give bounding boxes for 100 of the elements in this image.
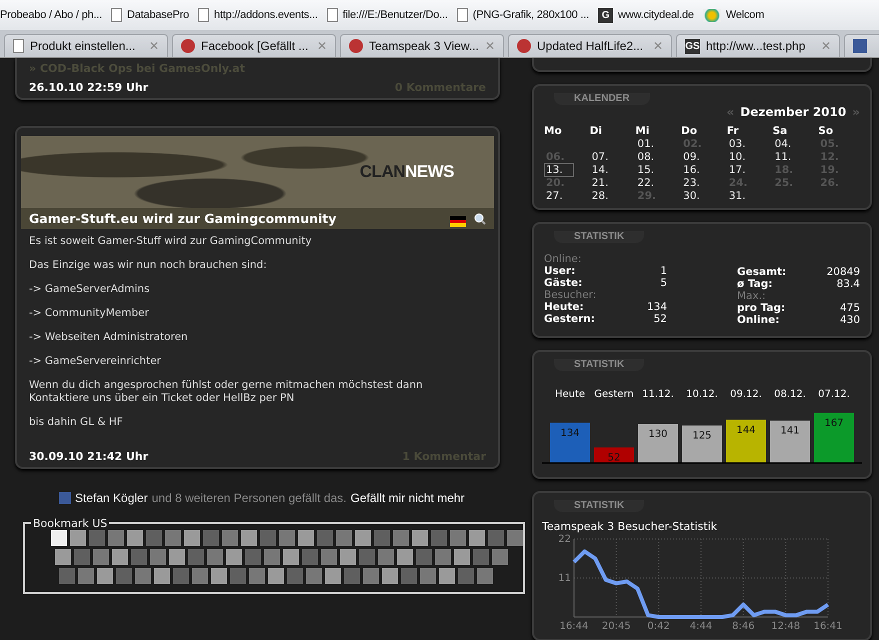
- bookmark-icon[interactable]: [268, 568, 284, 584]
- bookmark-icon[interactable]: [382, 568, 398, 584]
- calendar-day[interactable]: 04.: [772, 137, 802, 151]
- browser-tab[interactable]: GS http://ww...test.php ✕: [676, 34, 840, 57]
- calendar-day[interactable]: 09.: [681, 150, 711, 164]
- flag-icon: [450, 216, 466, 227]
- news-title: Gamer-Stuft.eu wird zur Gamingcommunity: [29, 211, 338, 226]
- category-label: 08.12.: [774, 389, 806, 400]
- bookmark-icon[interactable]: [454, 548, 470, 564]
- bookmark-icon[interactable]: [412, 530, 428, 546]
- stat-heading: Besucher:: [544, 289, 598, 301]
- calendar-day[interactable]: 01.: [635, 137, 666, 151]
- calendar-day[interactable]: 17.: [726, 163, 757, 177]
- bookmark-icon[interactable]: [51, 530, 67, 546]
- calendar-day[interactable]: 08.: [635, 150, 666, 164]
- page-icon: [13, 39, 24, 53]
- bookmark-icon[interactable]: [70, 530, 86, 546]
- stat-value: 52: [654, 313, 667, 325]
- page-icon: [198, 8, 210, 22]
- browser-tab[interactable]: Updated HalfLife2... ✕: [508, 34, 672, 57]
- calendar-day[interactable]: 14.: [590, 163, 620, 177]
- search-icon[interactable]: [474, 212, 486, 224]
- bookmark-icon[interactable]: [469, 530, 485, 546]
- calendar-day[interactable]: 28.: [590, 189, 620, 203]
- bookmark-icon[interactable]: [340, 548, 356, 564]
- stat-value: 1: [660, 265, 667, 277]
- bookmark-icon[interactable]: [127, 530, 143, 546]
- unlike-link[interactable]: Gefällt mir nicht mehr: [350, 490, 465, 504]
- news-text: -> GameServerAdmins: [29, 283, 151, 296]
- stat-label: Gäste:: [544, 277, 582, 289]
- stat-label: Gestern:: [544, 313, 595, 325]
- bookmark-link[interactable]: file:///E:/Benutzer/Do...: [342, 9, 448, 21]
- bookmark-icon[interactable]: [283, 548, 299, 564]
- calendar-day[interactable]: 23.: [681, 176, 711, 190]
- site-logo-icon: [517, 39, 531, 53]
- bookmark-icon[interactable]: [325, 568, 341, 584]
- stat-label: Online:: [737, 314, 780, 326]
- like-text: und 8 weiteren Personen gefällt das.: [152, 490, 347, 504]
- calendar-day[interactable]: 30.: [681, 189, 711, 203]
- calendar-day[interactable]: 11.: [772, 150, 802, 164]
- calendar-day[interactable]: 16.: [681, 163, 711, 177]
- bar-value-label: 52: [608, 452, 620, 464]
- bookmark-icon[interactable]: [211, 568, 227, 584]
- bookmark-icon[interactable]: [355, 530, 371, 546]
- bar-value-label: 130: [648, 429, 668, 440]
- bookmark-icon[interactable]: [97, 568, 113, 584]
- calendar-day[interactable]: 31.: [726, 189, 757, 203]
- x-tick-label: 8:46: [732, 621, 755, 631]
- bookmark-link[interactable]: http://addons.events...: [214, 9, 318, 21]
- calendar-day[interactable]: 22.: [635, 176, 666, 190]
- category-label: 10.12.: [686, 389, 718, 400]
- site-logo-icon: [702, 8, 721, 22]
- panel-title: Bookmark US: [32, 516, 108, 530]
- bookmark-link[interactable]: Probeabo / Abo / ph...: [0, 9, 102, 21]
- browser-tab[interactable]: Teamspeak 3 View... ✕: [340, 34, 504, 57]
- bookmark-icon[interactable]: [169, 548, 185, 564]
- bookmark-link[interactable]: (PNG-Grafik, 280x100 ...: [472, 9, 589, 21]
- category-label: Gestern: [594, 389, 634, 400]
- weekday-label: So: [818, 125, 834, 137]
- page-icon: [111, 8, 122, 22]
- calendar-day[interactable]: 10.: [726, 150, 757, 164]
- bar-value-label: 134: [560, 428, 580, 439]
- user-link[interactable]: Stefan Kögler: [75, 490, 148, 504]
- browser-tab[interactable]: Produkt einstellen... ✕: [4, 34, 168, 57]
- calendar-day[interactable]: 21.: [590, 176, 620, 190]
- x-tick-label: 12:48: [771, 621, 800, 631]
- bar: [594, 447, 634, 463]
- bookmark-icon[interactable]: [241, 530, 257, 546]
- x-tick-label: 0:42: [647, 621, 670, 631]
- weekday-label: Di: [590, 125, 604, 137]
- stat-value: 134: [646, 301, 667, 313]
- bookmark-icon[interactable]: [397, 548, 413, 564]
- bookmark-icon[interactable]: [55, 548, 71, 564]
- stat-value: 5: [660, 277, 667, 289]
- calendar-day[interactable]: 07.: [590, 150, 620, 164]
- post-date: 30.09.10 21:42 Uhr: [29, 450, 148, 462]
- browser-tab[interactable]: Facebook [Gefällt ... ✕: [172, 34, 336, 57]
- calendar-day[interactable]: 03.: [726, 137, 757, 151]
- bookmark-icon[interactable]: [112, 548, 128, 564]
- site-logo-icon: [181, 39, 195, 53]
- bookmark-link[interactable]: DatabasePro: [127, 9, 190, 21]
- bookmark-icon[interactable]: [184, 530, 200, 546]
- bookmark-icon[interactable]: [154, 568, 170, 584]
- stat-heading: Max.:: [737, 290, 767, 302]
- bookmark-icon[interactable]: [439, 568, 455, 584]
- bar-value-label: 141: [780, 426, 800, 437]
- bar-value-label: 167: [824, 418, 844, 429]
- bar: [770, 420, 810, 463]
- calendar-day[interactable]: 13.: [544, 163, 574, 177]
- bookmark-link[interactable]: Welcom: [726, 9, 764, 21]
- bookmark-icon[interactable]: [298, 530, 314, 546]
- news-text: bis dahin GL & HF: [29, 416, 124, 428]
- calendar-day[interactable]: 15.: [635, 163, 666, 177]
- bookmark-link[interactable]: www.citydeal.de: [618, 9, 694, 21]
- calendar-day[interactable]: 27.: [544, 189, 574, 203]
- y-tick-label: 22: [558, 534, 571, 545]
- bookmark-icon[interactable]: [226, 548, 242, 564]
- chart-title: Teamspeak 3 Besucher-Statistik: [542, 520, 718, 533]
- stat-label: pro Tag:: [737, 302, 786, 314]
- weekday-label: Mo: [544, 125, 563, 137]
